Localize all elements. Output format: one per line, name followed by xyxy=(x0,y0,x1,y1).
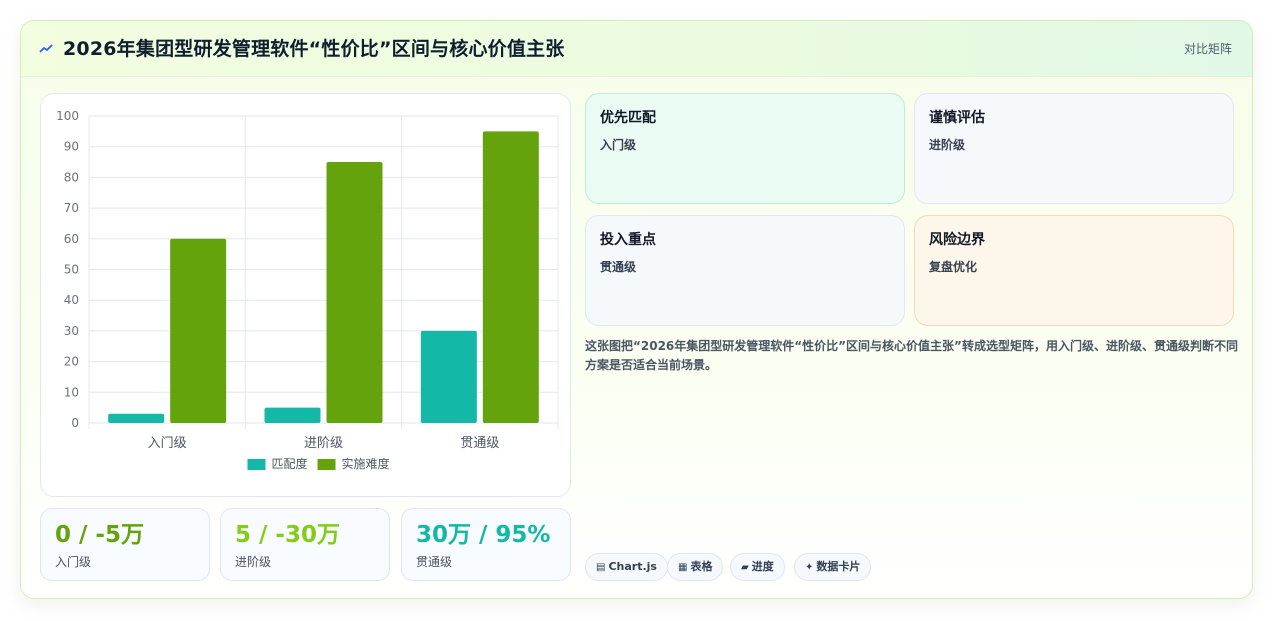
bar-difficulty xyxy=(170,238,227,423)
stat-value: 0 / -5万 xyxy=(55,522,144,548)
y-tick-label: 60 xyxy=(64,232,79,246)
chip-label: Chart.js xyxy=(608,560,657,573)
chip-label: 数据卡片 xyxy=(816,560,861,573)
quadrant-careful-evaluation[interactable]: 谨慎评估 进阶级 xyxy=(914,93,1234,204)
y-tick-label: 40 xyxy=(64,293,79,307)
y-tick-label: 90 xyxy=(64,140,79,154)
chip-label: 进度 xyxy=(751,560,774,573)
y-tick-label: 100 xyxy=(56,109,79,123)
stat-label: 入门级 xyxy=(55,555,92,569)
stat-card-entry: 0 / -5万 入门级 xyxy=(40,508,210,581)
page-title: 2026年集团型研发管理软件“性价比”区间与核心价值主张 xyxy=(63,38,565,60)
bar-difficulty xyxy=(482,131,539,423)
chart-icon: ▤ xyxy=(596,562,606,573)
bar-match xyxy=(108,413,165,423)
y-tick-label: 20 xyxy=(64,355,79,369)
compare-matrix-link[interactable]: 对比矩阵 xyxy=(1184,39,1232,59)
legend-swatch xyxy=(317,459,336,470)
main-card: 2026年集团型研发管理软件“性价比”区间与核心价值主张 对比矩阵 0 10 20 3… xyxy=(20,20,1253,599)
quadrant-subtitle: 复盘优化 xyxy=(929,260,978,274)
quadrant-priority-match[interactable]: 优先匹配 入门级 xyxy=(585,93,905,204)
bar-match xyxy=(420,330,477,423)
stat-card-advanced: 5 / -30万 进阶级 xyxy=(220,508,390,581)
stat-label: 进阶级 xyxy=(235,555,272,569)
legend-swatch xyxy=(247,459,266,470)
y-tick-label: 80 xyxy=(64,170,79,184)
chip-label: 表格 xyxy=(690,560,713,573)
bar-match xyxy=(264,407,321,423)
y-tick-label: 30 xyxy=(64,324,79,338)
matrix-description: 这张图把“2026年集团型研发管理软件“性价比”区间与核心价值主张”转成选型矩阵… xyxy=(585,339,1238,372)
x-tick-label: 入门级 xyxy=(148,436,187,451)
chip-data-card[interactable]: ✦ 数据卡片 xyxy=(794,553,872,581)
chip-progress[interactable]: ▰ 进度 xyxy=(730,553,785,581)
stat-value: 5 / -30万 xyxy=(235,522,340,548)
quadrant-title: 投入重点 xyxy=(600,232,656,248)
chip-chartjs[interactable]: ▤ Chart.js xyxy=(585,553,668,581)
stat-card-integrated: 30万 / 95% 贯通级 xyxy=(401,508,571,581)
quadrant-investment-focus[interactable]: 投入重点 贯通级 xyxy=(585,215,905,326)
quadrant-title: 优先匹配 xyxy=(600,110,656,126)
card-header: 2026年集团型研发管理软件“性价比”区间与核心价值主张 对比矩阵 xyxy=(21,21,1252,77)
x-tick-label: 进阶级 xyxy=(304,436,343,451)
legend-label: 匹配度 xyxy=(272,456,308,471)
trend-icon xyxy=(39,39,55,59)
table-icon: ▦ xyxy=(678,562,688,573)
progress-icon: ▰ xyxy=(741,562,749,573)
y-tick-label: 10 xyxy=(64,385,79,399)
sparkle-icon: ✦ xyxy=(805,562,814,573)
y-tick-label: 0 xyxy=(71,416,79,430)
stat-value: 30万 / 95% xyxy=(416,522,551,548)
chip-table[interactable]: ▦ 表格 xyxy=(667,553,724,581)
bar-chart: 0 10 20 30 40 50 60 70 80 90 100 入门级 进阶级 贯通级匹配度 实施难度 xyxy=(56,109,559,471)
legend-label: 实施难度 xyxy=(342,456,390,471)
bar-difficulty xyxy=(326,162,383,424)
quadrant-subtitle: 入门级 xyxy=(600,138,637,152)
chart-panel: 0 10 20 30 40 50 60 70 80 90 100 入门级 进阶级 贯通级匹配度 实施难度 xyxy=(40,93,571,497)
stat-label: 贯通级 xyxy=(416,555,453,569)
quadrant-title: 谨慎评估 xyxy=(929,110,985,126)
y-tick-label: 50 xyxy=(64,263,79,277)
quadrant-subtitle: 贯通级 xyxy=(600,260,637,274)
quadrant-title: 风险边界 xyxy=(929,232,985,248)
quadrant-risk-boundary[interactable]: 风险边界 复盘优化 xyxy=(914,215,1234,326)
x-tick-label: 贯通级 xyxy=(460,436,499,451)
quadrant-subtitle: 进阶级 xyxy=(929,138,966,152)
y-tick-label: 70 xyxy=(64,201,79,215)
